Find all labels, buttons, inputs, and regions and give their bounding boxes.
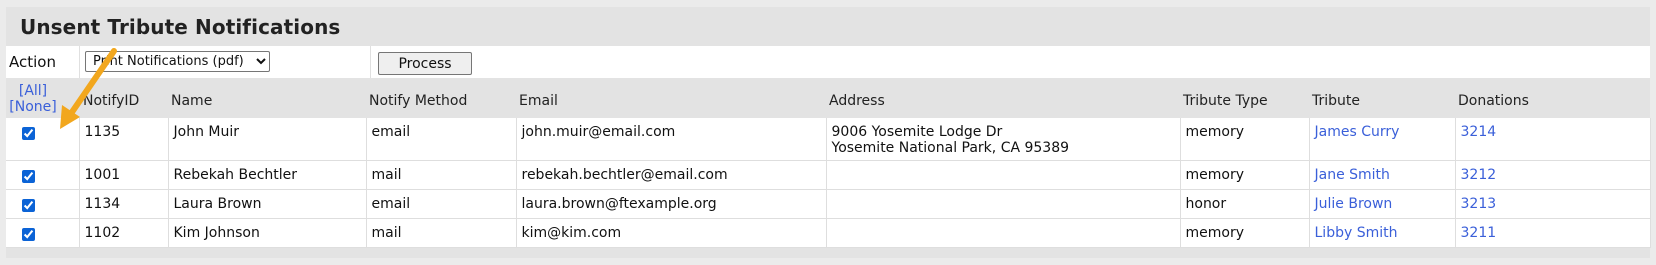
cell-notify-id: 1135 bbox=[79, 118, 169, 161]
tribute-link[interactable]: Libby Smith bbox=[1315, 225, 1398, 241]
donation-link[interactable]: 3213 bbox=[1461, 196, 1497, 212]
cell-email: kim@kim.com bbox=[516, 218, 827, 248]
cell-email: rebekah.bechtler@email.com bbox=[516, 160, 827, 190]
page-title: Unsent Tribute Notifications bbox=[20, 15, 341, 39]
donation-link[interactable]: 3212 bbox=[1461, 167, 1497, 183]
tribute-link[interactable]: Jane Smith bbox=[1315, 167, 1390, 183]
cell-notify-id: 1134 bbox=[79, 189, 169, 219]
header-address: Address bbox=[829, 93, 885, 109]
action-select-cell: Print Notifications (pdf) bbox=[79, 46, 371, 78]
header-email: Email bbox=[519, 93, 558, 109]
select-all-link[interactable]: [All] bbox=[8, 83, 58, 99]
tribute-link[interactable]: James Curry bbox=[1315, 124, 1400, 140]
cell-address: 9006 Yosemite Lodge Dr Yosemite National… bbox=[826, 118, 1181, 161]
table-row: 1102 Kim Johnson mail kim@kim.com memory… bbox=[6, 218, 1651, 248]
cell-address bbox=[826, 160, 1181, 190]
notifications-table: 1135 John Muir email john.muir@email.com… bbox=[6, 118, 1651, 248]
cell-tribute-type: memory bbox=[1180, 160, 1310, 190]
cell-notify-method: mail bbox=[366, 160, 517, 190]
header-notify-id: NotifyID bbox=[83, 93, 140, 109]
cell-notify-id: 1001 bbox=[79, 160, 169, 190]
action-row: Action Print Notifications (pdf) Process bbox=[6, 46, 1650, 78]
header-donations: Donations bbox=[1458, 93, 1529, 109]
cell-tribute-type: honor bbox=[1180, 189, 1310, 219]
action-label: Action bbox=[9, 53, 56, 71]
cell-notify-method: mail bbox=[366, 218, 517, 248]
cell-name: Rebekah Bechtler bbox=[168, 160, 367, 190]
header-tribute: Tribute bbox=[1312, 93, 1361, 109]
cell-address bbox=[826, 218, 1181, 248]
header-name: Name bbox=[171, 93, 213, 109]
row-select-checkbox[interactable] bbox=[22, 169, 35, 183]
address-line1: 9006 Yosemite Lodge Dr bbox=[831, 124, 1003, 140]
tribute-link[interactable]: Julie Brown bbox=[1315, 196, 1393, 212]
select-none-link[interactable]: [None] bbox=[8, 99, 58, 115]
cell-name: Kim Johnson bbox=[168, 218, 367, 248]
table-row: 1134 Laura Brown email laura.brown@ftexa… bbox=[6, 189, 1651, 219]
header-notify-method: Notify Method bbox=[369, 93, 468, 109]
cell-notify-method: email bbox=[366, 189, 517, 219]
row-select-checkbox[interactable] bbox=[22, 127, 35, 140]
cell-email: laura.brown@ftexample.org bbox=[516, 189, 827, 219]
cell-tribute-type: memory bbox=[1180, 218, 1310, 248]
process-button[interactable]: Process bbox=[378, 52, 472, 75]
notifications-panel: Unsent Tribute Notifications Action Prin… bbox=[6, 7, 1651, 258]
row-select-checkbox[interactable] bbox=[22, 198, 35, 212]
cell-tribute-type: memory bbox=[1180, 118, 1310, 161]
cell-name: John Muir bbox=[168, 118, 367, 161]
cell-notify-id: 1102 bbox=[79, 218, 169, 248]
table-row: 1001 Rebekah Bechtler mail rebekah.becht… bbox=[6, 160, 1651, 190]
cell-email: john.muir@email.com bbox=[516, 118, 827, 161]
table-row: 1135 John Muir email john.muir@email.com… bbox=[6, 118, 1651, 161]
address-line2: Yosemite National Park, CA 95389 bbox=[831, 140, 1070, 156]
donation-link[interactable]: 3211 bbox=[1461, 225, 1497, 241]
donation-link[interactable]: 3214 bbox=[1461, 124, 1497, 140]
header-tribute-type: Tribute Type bbox=[1183, 93, 1268, 109]
action-select[interactable]: Print Notifications (pdf) bbox=[85, 51, 270, 72]
row-select-checkbox[interactable] bbox=[22, 227, 35, 241]
cell-notify-method: email bbox=[366, 118, 517, 161]
cell-address bbox=[826, 189, 1181, 219]
select-links: [All] [None] bbox=[8, 83, 58, 115]
table-header: [All] [None] NotifyID Name Notify Method… bbox=[6, 78, 1650, 118]
cell-name: Laura Brown bbox=[168, 189, 367, 219]
